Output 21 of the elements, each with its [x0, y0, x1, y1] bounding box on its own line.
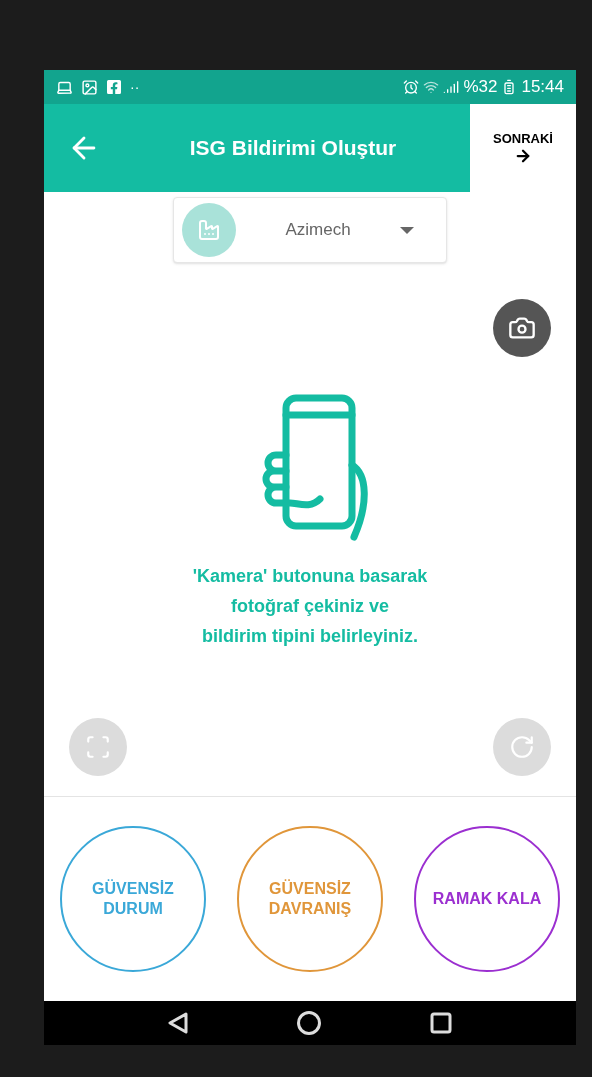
home-nav-icon[interactable] — [296, 1010, 322, 1036]
rotate-icon — [509, 734, 535, 760]
screen-title: ISG Bildirimi Oluştur — [188, 135, 398, 162]
alarm-icon — [403, 79, 420, 95]
next-button[interactable]: SONRAKİ — [470, 104, 576, 192]
clock-time: 15:44 — [521, 76, 564, 99]
camera-hint-text: 'Kamera' butonuna basarak fotoğraf çekiniz ve bildirim tipini belirleyiniz. — [192, 565, 428, 648]
factory-icon — [182, 203, 236, 257]
camera-button[interactable] — [493, 299, 551, 357]
report-type-button[interactable]: RAMAK KALA — [414, 826, 560, 972]
company-dropdown[interactable]: Azimech — [173, 197, 447, 263]
back-nav-icon[interactable] — [167, 1011, 190, 1035]
recents-nav-icon[interactable] — [428, 1011, 453, 1035]
wifi-icon — [423, 79, 440, 95]
notification-dots: ·· — [130, 78, 140, 97]
f-logo-icon — [106, 79, 122, 95]
signal-icon — [443, 79, 460, 95]
caret-icon — [400, 226, 414, 234]
battery-percent: %32 — [463, 76, 498, 99]
image-icon — [81, 78, 98, 96]
expand-corners-icon — [85, 734, 111, 760]
